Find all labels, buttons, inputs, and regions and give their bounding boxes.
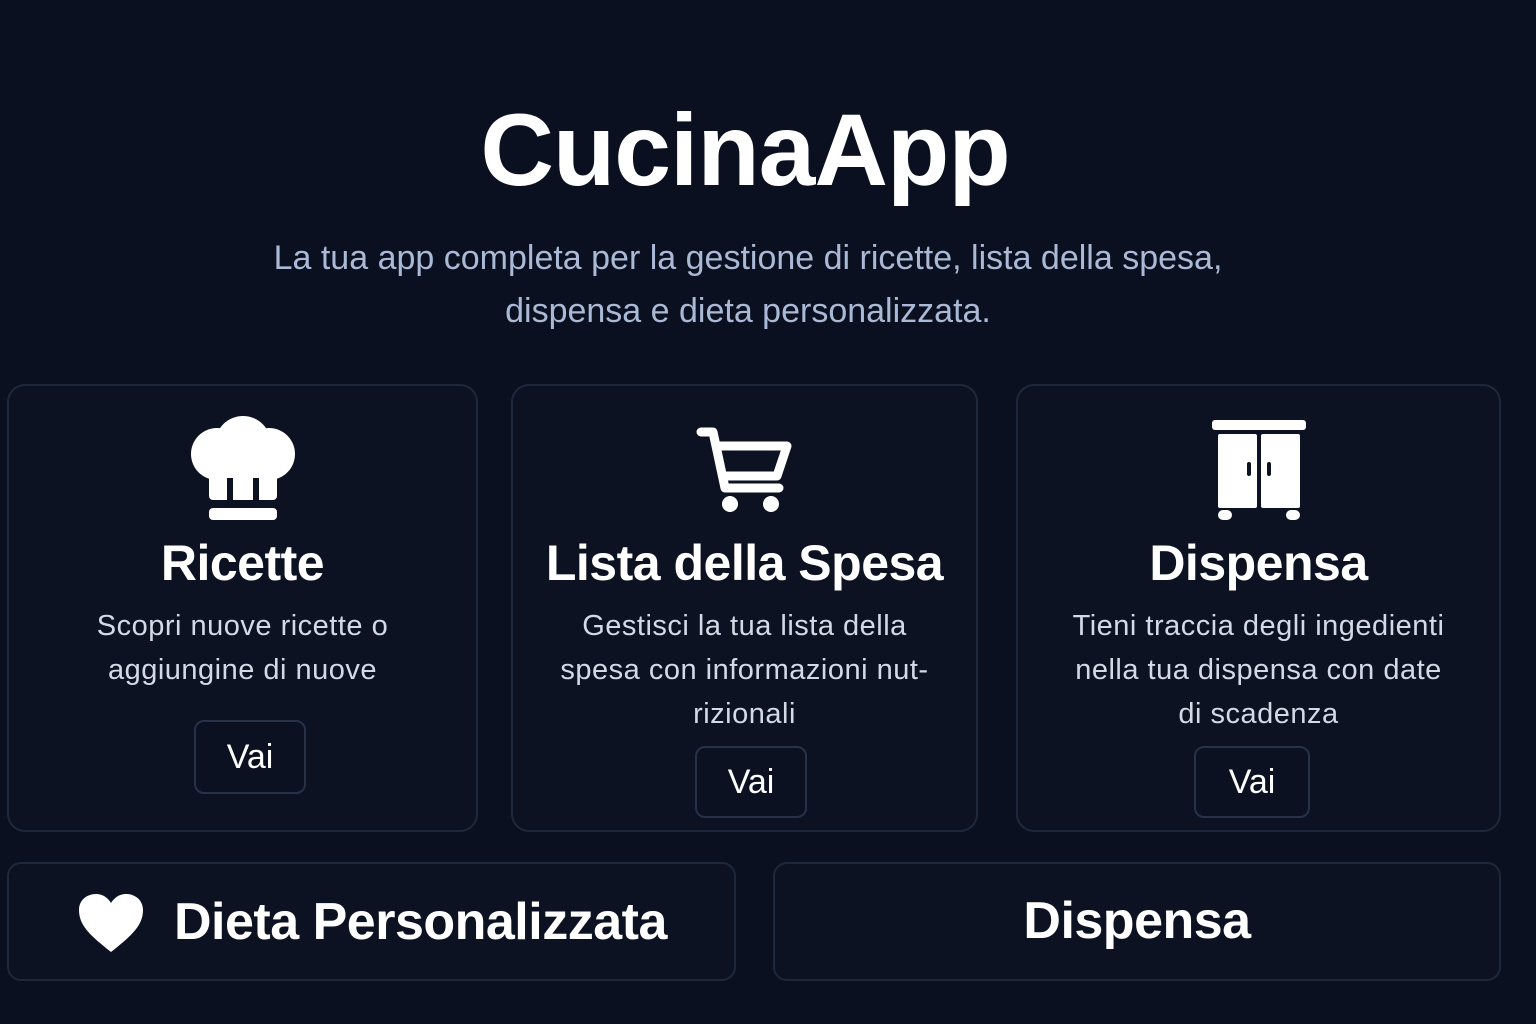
dieta-personalizzata-label: Dieta Personalizzata [174,893,667,951]
card-desc-line: spesa con informazioni nut- [560,654,929,686]
card-desc-line: Gestisci la tua lista della [582,610,907,642]
dieta-personalizzata-button[interactable]: Dieta Personalizzata [7,862,736,981]
chef-hat-icon [190,416,295,520]
card-desc-dispensa: Tieni traccia degli ingedienti nella tua… [1048,604,1469,736]
card-title-lista-spesa: Lista della Spesa [545,535,944,591]
card-desc-line: rizionali [693,698,796,730]
home-page: CucinaApp La tua app completa per la ges… [0,0,1536,1024]
vai-button-lista-spesa[interactable]: Vai [695,746,807,818]
heart-icon [79,894,143,952]
card-desc-ricette: Scopri nuove ricette o aggiungine di nuo… [39,604,446,692]
card-dispensa: Dispensa Tieni traccia degli ingedienti … [1016,384,1501,832]
card-desc-lista-spesa: Gestisci la tua lista della spesa con in… [543,604,946,736]
card-desc-line: nella tua dispensa con date [1075,654,1442,686]
app-subtitle-line-1: La tua app completa per la gestione di r… [273,239,1223,277]
card-title-ricette: Ricette [160,535,325,591]
card-ricette: Ricette Scopri nuove ricette o aggiungin… [7,384,478,832]
app-subtitle-line-2: dispensa e dieta personalizzata. [505,292,991,330]
card-desc-line: Scopri nuove ricette o [96,610,389,642]
app-subtitle: La tua app completa per la gestione di r… [160,232,1336,338]
vai-button-dispensa[interactable]: Vai [1194,746,1310,818]
shopping-cart-icon [696,427,791,512]
app-title: CucinaApp [480,93,1010,207]
card-title-dispensa: Dispensa [1149,535,1368,591]
dispensa-button[interactable]: Dispensa [773,862,1501,981]
card-lista-spesa: Lista della Spesa Gestisci la tua lista … [511,384,978,832]
pantry-cabinet-icon [1211,420,1306,520]
dispensa-label: Dispensa [1023,892,1251,950]
card-desc-line: Tieni traccia degli ingedienti [1072,610,1445,642]
vai-button-ricette[interactable]: Vai [194,720,306,794]
card-desc-line: aggiungine di nuove [107,654,378,686]
card-desc-line: di scadenza [1178,698,1339,730]
